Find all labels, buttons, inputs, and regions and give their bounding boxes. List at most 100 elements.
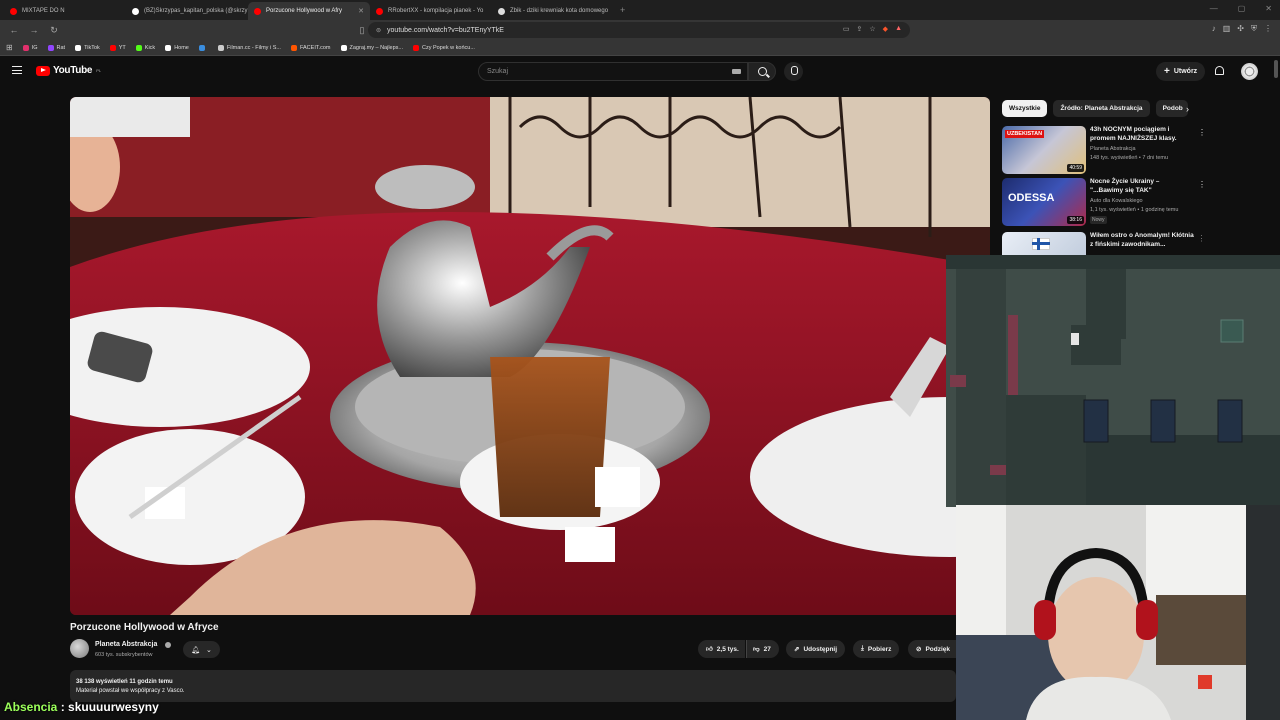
- thumbnail-caption: ODESSA: [1008, 192, 1055, 204]
- puzzle-icon[interactable]: ✣: [1237, 24, 1244, 34]
- new-tab-button[interactable]: +: [620, 5, 625, 15]
- more-actions-icon[interactable]: ⋮: [1198, 128, 1206, 137]
- chevron-down-icon: ⌄: [206, 646, 212, 654]
- share-icon[interactable]: ⇪: [857, 25, 863, 33]
- subscription-bell-button[interactable]: 🔔︎ ⌄: [183, 641, 220, 658]
- bookmark-favicon-icon: [165, 44, 172, 51]
- bookmark-item[interactable]: YT: [109, 44, 126, 51]
- more-menu-icon[interactable]: ⋮: [1264, 24, 1272, 34]
- youtube-logo[interactable]: YouTube PL: [36, 65, 101, 76]
- more-actions-icon[interactable]: ⋮: [1198, 234, 1202, 243]
- bookmark-favicon-icon: [47, 44, 54, 51]
- download-icon: ⤓: [861, 645, 864, 652]
- bookmark-label: Zagraj.my – Najleps...: [349, 44, 404, 51]
- forward-icon[interactable]: →: [28, 25, 40, 35]
- close-tab-icon[interactable]: ✕: [358, 7, 364, 15]
- bookmark-favicon-icon: [290, 44, 297, 51]
- bookmark-item[interactable]: FACEIT.com: [290, 44, 331, 51]
- bookmark-favicon-icon: [198, 44, 205, 51]
- recommendation-thumbnail[interactable]: UZBEKISTAN 40:59: [1002, 126, 1086, 174]
- download-label: Pobierz: [867, 645, 892, 653]
- create-label: Utwórz: [1173, 68, 1198, 75]
- recommendation-item[interactable]: UZBEKISTAN 40:59 43h NOCNYM pociągiem i …: [1002, 126, 1206, 176]
- chip-all[interactable]: Wszystkie: [1002, 100, 1048, 117]
- chip-source-channel[interactable]: Źródło: Planeta Abstrakcja: [1053, 100, 1150, 117]
- description-box[interactable]: 38 138 wyświetleń 11 godzin temu Materia…: [70, 670, 956, 702]
- bookmark-item[interactable]: Rat: [47, 44, 65, 51]
- bookmarks-bar: ⊞ IG Rat TikTok YT Kick Home Filman.cc -…: [0, 40, 1280, 56]
- recommendation-title: Wiłem ostro o Anomalym! Kłótnia z fiński…: [1090, 232, 1194, 248]
- search-input[interactable]: Szukaj: [478, 62, 748, 81]
- channel-name[interactable]: Planeta Abstrakcja: [95, 641, 157, 648]
- download-button[interactable]: ⤓ Pobierz: [853, 640, 900, 658]
- address-bar[interactable]: ⊜ youtube.com/watch?v=bu2TEnyYTkE ▭ ⇪ ☆ ◆ ▲: [368, 22, 910, 38]
- shield-icon[interactable]: ⛨: [1251, 24, 1257, 34]
- search-button[interactable]: [748, 62, 776, 81]
- tab-favicon-icon: [254, 7, 261, 15]
- alert-icon[interactable]: ▲: [895, 25, 902, 33]
- video-player[interactable]: [70, 97, 990, 615]
- bookmark-item[interactable]: [198, 44, 208, 51]
- maximize-icon[interactable]: ▢: [1238, 4, 1246, 13]
- install-icon[interactable]: ▭: [843, 25, 850, 33]
- star-icon[interactable]: ☆: [869, 25, 875, 33]
- bookmark-label: Home: [174, 44, 189, 51]
- recommendation-thumbnail[interactable]: [1002, 232, 1086, 256]
- recommendation-item[interactable]: ODESSA 38:16 Nocne Życie Ukrainy – "...B…: [1002, 178, 1206, 228]
- recommendation-thumbnail[interactable]: ODESSA 38:16: [1002, 178, 1086, 226]
- bookmark-item[interactable]: TikTok: [75, 44, 100, 51]
- extension-icon[interactable]: ♪: [1212, 24, 1216, 34]
- browser-tab[interactable]: Zbik - dziki krewniak kota domowego: [492, 2, 614, 20]
- tab-favicon-icon: [376, 7, 383, 15]
- bookmark-item[interactable]: Home: [165, 44, 189, 51]
- bookmark-item[interactable]: Kick: [135, 44, 156, 51]
- bookmark-item[interactable]: Zagraj.my – Najleps...: [340, 44, 404, 51]
- share-button[interactable]: ⇗ Udostępnij: [786, 640, 846, 658]
- chip-similar[interactable]: Podob: [1155, 100, 1188, 117]
- bookmark-item[interactable]: IG: [22, 44, 38, 51]
- tab-favicon-icon: [498, 7, 505, 15]
- chevron-right-icon[interactable]: ›: [1186, 104, 1189, 114]
- hamburger-menu-icon[interactable]: [12, 66, 22, 74]
- more-actions-icon[interactable]: ⋮: [1198, 180, 1206, 189]
- minimize-icon[interactable]: —: [1210, 4, 1218, 13]
- bookmark-item[interactable]: Filman.cc - Filmy i S...: [217, 44, 281, 51]
- browser-tab-bar: MIXTAPE DO N (BZ)Skrzypas_kapitan_polska…: [0, 0, 1280, 20]
- bell-icon: 🔔︎: [191, 646, 200, 654]
- bookmark-star-icon[interactable]: ▯: [356, 25, 368, 36]
- video-duration: 40:59: [1067, 164, 1084, 172]
- bookmark-item[interactable]: Czy Popek w końcu...: [413, 44, 475, 51]
- thanks-icon: ⊘: [916, 646, 922, 653]
- sidebar-icon[interactable]: ▥: [1223, 24, 1231, 34]
- account-avatar[interactable]: [1241, 63, 1258, 80]
- dislike-button[interactable]: 👎︎ 27: [746, 640, 779, 658]
- bookmark-label: Kick: [144, 44, 156, 51]
- search-placeholder: Szukaj: [487, 68, 509, 75]
- close-window-icon[interactable]: ✕: [1265, 4, 1272, 13]
- create-button[interactable]: + Utwórz: [1156, 62, 1206, 81]
- recommendation-meta: 148 tys. wyświetleń • 7 dni temu: [1090, 155, 1169, 161]
- browser-tab[interactable]: RRobertXX - kompilacja pianek - Yo: [370, 2, 492, 20]
- keyboard-icon[interactable]: [732, 69, 741, 74]
- bookmark-label: Czy Popek w końcu...: [422, 44, 475, 51]
- notifications-bell-icon[interactable]: [1215, 66, 1224, 75]
- subscriber-count: 603 tys. subskrybentów: [95, 652, 153, 658]
- reload-icon[interactable]: ↻: [48, 25, 60, 36]
- tab-favicon-icon: [10, 7, 17, 15]
- browser-tab[interactable]: MIXTAPE DO N: [4, 2, 126, 20]
- recommendation-item[interactable]: Wiłem ostro o Anomalym! Kłótnia z fiński…: [1002, 232, 1202, 256]
- bookmark-favicon-icon: [217, 44, 224, 51]
- thumbnail-caption: UZBEKISTAN: [1005, 130, 1045, 138]
- bookmark-label: IG: [31, 44, 38, 51]
- like-button[interactable]: 👍︎ 2,5 tys.: [698, 640, 745, 658]
- back-icon[interactable]: ←: [8, 25, 20, 35]
- brave-shield-icon[interactable]: ◆: [883, 25, 888, 33]
- voice-search-button[interactable]: [784, 62, 803, 81]
- channel-avatar[interactable]: [70, 639, 89, 658]
- apps-grid-icon[interactable]: ⊞: [6, 43, 13, 52]
- thanks-button[interactable]: ⊘ Podzięk: [908, 640, 956, 658]
- page-scrollbar[interactable]: [1274, 60, 1278, 78]
- browser-tab[interactable]: (BZ)Skrzypas_kapitan_polska (@skrzy: [126, 2, 248, 20]
- browser-tab-active[interactable]: Porzucone Hollywood w Afry ✕: [248, 2, 370, 20]
- site-info-icon[interactable]: ⊜: [376, 27, 381, 34]
